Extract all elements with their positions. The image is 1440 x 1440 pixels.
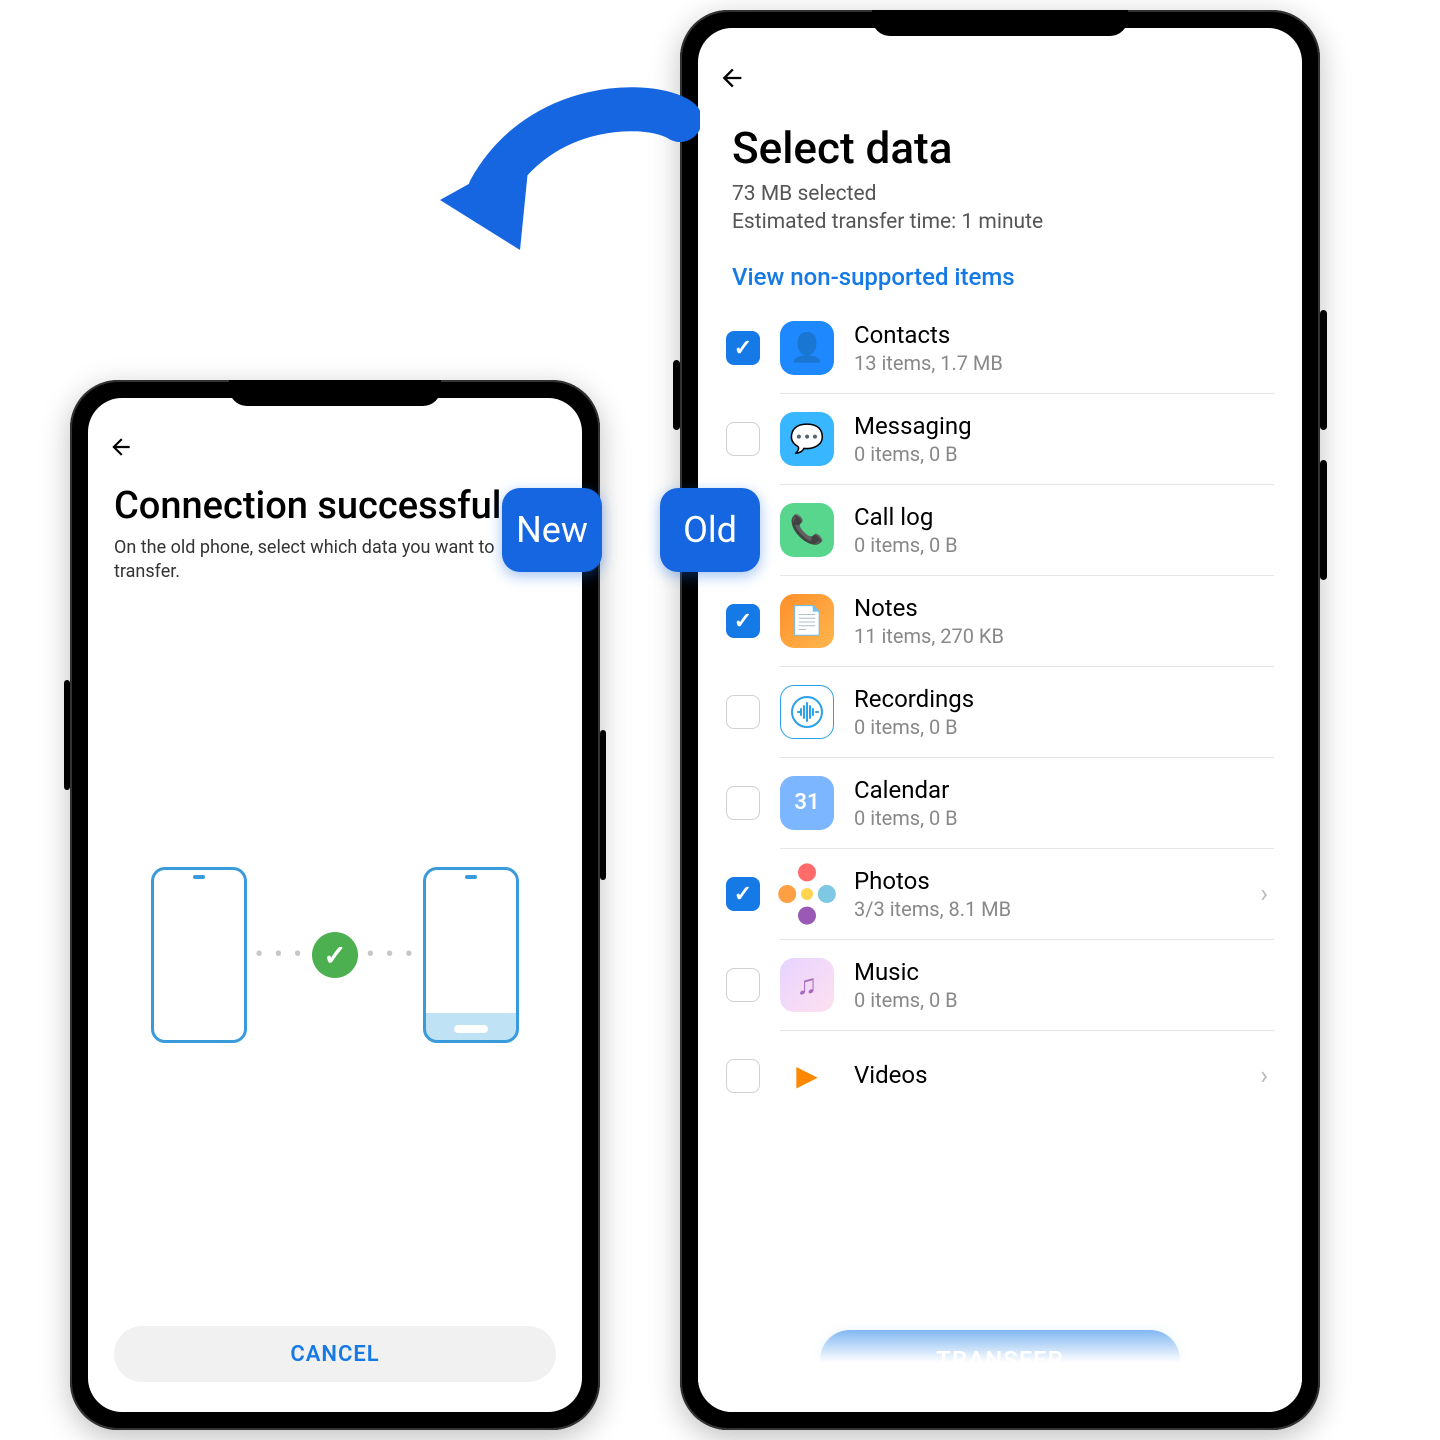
calendar-icon: 31 (780, 776, 834, 830)
list-item-videos[interactable]: ▶ Videos › (722, 1031, 1278, 1103)
page-title: Select data (698, 98, 1302, 180)
chevron-right-icon: › (1260, 879, 1274, 909)
phone-side-button (1320, 460, 1327, 580)
chevron-right-icon: › (1260, 1061, 1274, 1091)
view-unsupported-link[interactable]: View non-supported items (698, 237, 1302, 303)
item-subtitle: 0 items, 0 B (854, 806, 1274, 830)
item-subtitle: 0 items, 0 B (854, 988, 1274, 1012)
photos-icon (780, 867, 834, 921)
item-subtitle: 11 items, 270 KB (854, 624, 1274, 648)
connection-graphic: • • • ✓ • • • (88, 585, 582, 1326)
item-subtitle: 0 items, 0 B (854, 442, 1274, 466)
checkbox-music[interactable] (726, 968, 760, 1002)
transfer-button[interactable]: TRANSFER (820, 1330, 1180, 1390)
videos-icon: ▶ (780, 1049, 834, 1103)
list-item-notes[interactable]: ✓ 📄 Notes 11 items, 270 KB (722, 576, 1278, 667)
list-item-messaging[interactable]: 💬 Messaging 0 items, 0 B (722, 394, 1278, 485)
dots-icon: • • • (255, 940, 304, 970)
item-title: Messaging (854, 412, 1274, 440)
item-title: Contacts (854, 321, 1274, 349)
recordings-icon (780, 685, 834, 739)
list-item-music[interactable]: ♫ Music 0 items, 0 B (722, 940, 1278, 1031)
phone-side-button (600, 730, 606, 880)
phone-side-button (1320, 310, 1327, 430)
checkbox-calendar[interactable] (726, 786, 760, 820)
item-title: Videos (854, 1061, 1240, 1089)
eta-text: Estimated transfer time: 1 minute (698, 208, 1302, 236)
checkbox-contacts[interactable]: ✓ (726, 331, 760, 365)
dots-icon: • • • (366, 940, 415, 970)
checkmark-circle-icon: ✓ (312, 932, 358, 978)
data-category-list[interactable]: ✓ 👤 Contacts 13 items, 1.7 MB 💬 Messagin… (698, 303, 1302, 1412)
checkbox-photos[interactable]: ✓ (726, 877, 760, 911)
item-title: Music (854, 958, 1274, 986)
list-item-recordings[interactable]: Recordings 0 items, 0 B (722, 667, 1278, 758)
phone-side-button (673, 360, 680, 430)
music-icon: ♫ (780, 958, 834, 1012)
back-button[interactable] (698, 58, 1302, 98)
list-item-calendar[interactable]: 31 Calendar 0 items, 0 B (722, 758, 1278, 849)
messaging-icon: 💬 (780, 412, 834, 466)
new-phone-badge: New (502, 488, 602, 572)
item-subtitle: 13 items, 1.7 MB (854, 351, 1274, 375)
contacts-icon: 👤 (780, 321, 834, 375)
cancel-button[interactable]: CANCEL (114, 1326, 556, 1382)
phone-notch (229, 380, 441, 406)
checkbox-notes[interactable]: ✓ (726, 604, 760, 638)
list-item-calllog[interactable]: 📞 Call log 0 items, 0 B (722, 485, 1278, 576)
item-subtitle: 0 items, 0 B (854, 715, 1274, 739)
checkbox-messaging[interactable] (726, 422, 760, 456)
old-phone-device-frame: Select data 73 MB selected Estimated tra… (680, 10, 1320, 1430)
item-title: Photos (854, 867, 1240, 895)
item-title: Calendar (854, 776, 1274, 804)
calllog-icon: 📞 (780, 503, 834, 557)
checkbox-videos[interactable] (726, 1059, 760, 1093)
list-item-photos[interactable]: ✓ Photos 3/3 items, 8.1 MB › (722, 849, 1278, 940)
selected-size-text: 73 MB selected (698, 180, 1302, 208)
mini-phone-icon (151, 867, 247, 1043)
item-title: Call log (854, 503, 1274, 531)
item-title: Notes (854, 594, 1274, 622)
notes-icon: 📄 (780, 594, 834, 648)
item-subtitle: 3/3 items, 8.1 MB (854, 897, 1240, 921)
mini-phone-icon (423, 867, 519, 1043)
list-item-contacts[interactable]: ✓ 👤 Contacts 13 items, 1.7 MB (722, 303, 1278, 394)
phone-notch (872, 10, 1128, 36)
transfer-direction-arrow-icon (420, 80, 700, 310)
phone-side-button (64, 680, 70, 790)
checkbox-recordings[interactable] (726, 695, 760, 729)
old-phone-badge: Old (660, 488, 760, 572)
back-button[interactable] (88, 428, 582, 466)
item-subtitle: 0 items, 0 B (854, 533, 1274, 557)
old-phone-screen: Select data 73 MB selected Estimated tra… (698, 28, 1302, 1412)
item-title: Recordings (854, 685, 1274, 713)
